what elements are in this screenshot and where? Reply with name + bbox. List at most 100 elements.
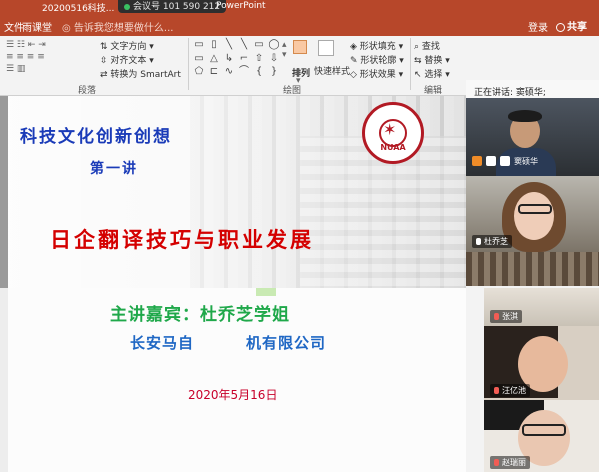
quick-styles-icon[interactable] (318, 40, 338, 62)
replace-icon: ⇆ (414, 56, 422, 66)
video-tile[interactable]: 张淇 (484, 288, 599, 326)
tab-file[interactable]: 文件 (4, 19, 24, 34)
editing-group-label: 编辑 (424, 86, 443, 96)
participant-name: 窦硕华 (514, 157, 538, 166)
textbox-v-shape-icon: ▯ (211, 39, 217, 50)
sign-in-link[interactable]: 登录 (528, 19, 548, 34)
overlay-highlight (256, 288, 276, 296)
callout-shape-icon: ⊏ (209, 66, 219, 78)
shapes-more-icon[interactable]: ▴ ▾ (282, 40, 287, 60)
glasses-icon (518, 204, 552, 214)
participant-name-tag: 汪亿池 (490, 384, 530, 397)
video-tile[interactable] (466, 252, 599, 286)
logo-emblem-icon: ✶ (383, 120, 397, 139)
pen-icon: ✎ (350, 56, 358, 66)
select-button[interactable]: ↖ 选择 ▾ (414, 67, 450, 80)
title-bar: 20200516科技... 会议号 101 590 212 PowerPoint (0, 0, 599, 14)
participant-name-tag: 赵瑞丽 (490, 456, 530, 469)
glasses-icon (522, 424, 566, 436)
mic-icon[interactable] (500, 156, 510, 166)
participant-name-tag: 杜乔芝 (472, 235, 512, 248)
triangle-shape-icon: △ (210, 52, 218, 64)
meeting-status-icon (124, 3, 130, 10)
rect2-shape-icon: ▭ (194, 52, 204, 64)
quick-styles-button[interactable]: 快速样式 (314, 64, 350, 77)
screen: 20200516科技... 会议号 101 590 212 PowerPoint… (0, 0, 599, 472)
meeting-id-badge[interactable]: 会议号 101 590 212 (118, 0, 227, 13)
arrange-button[interactable]: 排列 (292, 66, 310, 79)
video-tile[interactable]: 杜乔芝 (466, 176, 599, 252)
textbox-shape-icon: ▭ (194, 39, 204, 50)
slide-title-line1: 科技文化创新创想 (20, 127, 172, 147)
video-tile[interactable]: 窦硕华 (466, 98, 599, 176)
line2-shape-icon: ╲ (240, 39, 248, 50)
paragraph-group-label: 段落 (78, 86, 97, 96)
corner-shape-icon: ⌐ (239, 52, 249, 64)
rect-shape-icon: ▭ (254, 39, 264, 50)
arc-shape-icon: ⌒ (239, 66, 249, 78)
video-tile[interactable]: 汪亿池 (484, 326, 599, 400)
align-icons[interactable]: ≡ ≡ ≡ ≡ (6, 52, 45, 62)
redacted-block (194, 336, 247, 351)
share-icon (556, 22, 565, 32)
brace-left-icon: { (255, 66, 263, 78)
up-arrow-icon: ⇧ (254, 52, 264, 64)
participant-hair (508, 110, 542, 122)
pentagon-shape-icon: ⬠ (194, 66, 204, 78)
find-button[interactable]: ⌕ 查找 (414, 39, 440, 52)
paint-bucket-icon: ◈ (350, 42, 357, 52)
shape-outline-button[interactable]: ✎ 形状轮廓 ▾ (350, 53, 404, 66)
lightbulb-icon: ◎ (62, 23, 74, 34)
file-name: 20200516科技... (42, 4, 115, 14)
app-name: PowerPoint (216, 1, 266, 11)
align-text-button[interactable]: ⇳ 对齐文本 ▾ (100, 53, 154, 66)
logo-text: NUAA (380, 143, 406, 152)
oval-shape-icon: ◯ (268, 39, 280, 50)
tab-rain-classroom[interactable]: 雨课堂 (22, 19, 52, 34)
presentation-date: 2020年5月16日 (188, 388, 278, 402)
line-spacing-icon[interactable]: ☰ ▥ (6, 64, 25, 74)
camera-icon[interactable] (486, 156, 496, 166)
now-speaking-bar: 正在讲话: 窦硕华; (466, 80, 599, 98)
mic-muted-icon (494, 387, 499, 394)
share-button[interactable]: 共享 (556, 18, 587, 33)
user-icon[interactable] (472, 156, 482, 166)
arrange-icon[interactable] (290, 40, 310, 66)
shape-fill-button[interactable]: ◈ 形状填充 ▾ (350, 39, 403, 52)
video-tile[interactable]: 赵瑞丽 (484, 400, 599, 472)
slide-title-line2: 第一讲 (90, 161, 138, 177)
meeting-id: 会议号 101 590 212 (133, 2, 221, 12)
effects-icon: ◇ (350, 70, 357, 80)
curve-shape-icon: ∿ (224, 66, 234, 78)
slide-main-title: 日企翻译技巧与职业发展 (50, 227, 314, 252)
mic-muted-icon (494, 313, 499, 320)
divider (410, 38, 411, 90)
ribbon-tab-bar: 文件 雨课堂 ◎ 告诉我您想要做什么... 登录 共享 (0, 14, 599, 36)
university-logo: ✶ NUAA (362, 102, 424, 164)
slide-canvas[interactable]: 科技文化创新创想 第一讲 日企翻译技巧与职业发展 ✶ NUAA (0, 96, 466, 306)
shapes-gallery[interactable]: ▭ ▯ ╲ ╲ ▭ ◯ ▭ △ ↳ ⌐ ⇧ ⇩ ⬠ ⊏ ∿ ⌒ {} (192, 39, 282, 79)
arrow-shape-icon: ↳ (224, 52, 234, 64)
shared-content-overlay: 主讲嘉宾：杜乔芝学姐 长安马自 机有限公司 2020年5月16日 (0, 288, 484, 472)
mic-icon (476, 238, 481, 245)
tell-me-search[interactable]: ◎ 告诉我您想要做什么... (62, 19, 173, 34)
bullets-icon[interactable]: ☰ ☷ ⇤ ⇥ (6, 40, 46, 50)
text-direction-button[interactable]: ⇅ 文字方向 ▾ (100, 39, 154, 52)
line-shape-icon: ╲ (225, 39, 233, 50)
shape-effects-button[interactable]: ◇ 形状效果 ▾ (350, 67, 403, 80)
thumbnail-strip (0, 96, 8, 306)
participant-name-tag: 张淇 (490, 310, 522, 323)
down-arrow-icon: ⇩ (269, 52, 279, 64)
left-panel-edge (0, 288, 8, 472)
speaker-line: 主讲嘉宾：杜乔芝学姐 (110, 305, 290, 325)
magnifier-icon: ⌕ (414, 42, 420, 52)
brace-right-icon: } (270, 66, 278, 78)
replace-button[interactable]: ⇆ 替换 ▾ (414, 53, 450, 66)
smartart-button[interactable]: ⇄ 转换为 SmartArt (100, 67, 181, 80)
participant-face (514, 192, 554, 240)
cursor-icon: ↖ (414, 70, 422, 80)
divider (188, 38, 189, 90)
company-line: 长安马自 机有限公司 (130, 334, 327, 352)
drawing-group-label: 绘图 (283, 86, 302, 96)
mic-muted-icon (494, 459, 499, 466)
